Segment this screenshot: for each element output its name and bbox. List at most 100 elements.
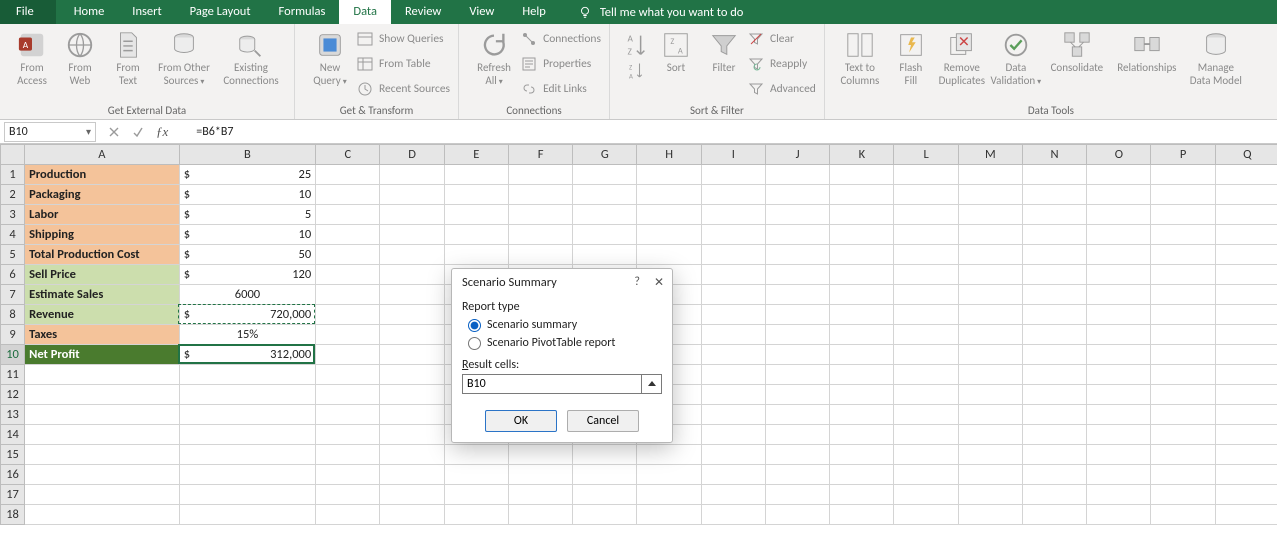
cell[interactable] (573, 465, 637, 485)
cell[interactable] (508, 225, 572, 245)
cell[interactable] (1215, 285, 1277, 305)
cell[interactable] (1215, 405, 1277, 425)
from-table-button[interactable]: From Table (357, 53, 450, 75)
help-icon[interactable]: ? (634, 275, 640, 290)
col-header[interactable]: Q (1215, 145, 1277, 165)
cell[interactable] (765, 365, 829, 385)
cell[interactable] (830, 205, 894, 225)
cell[interactable] (316, 405, 380, 425)
cell[interactable] (701, 465, 765, 485)
cell[interactable] (380, 225, 444, 245)
cell[interactable] (1215, 505, 1277, 525)
cell[interactable] (701, 425, 765, 445)
cell[interactable] (1151, 225, 1215, 245)
cell[interactable] (637, 185, 701, 205)
cell[interactable] (830, 325, 894, 345)
cell[interactable] (179, 505, 316, 525)
cancel-button[interactable]: Cancel (567, 410, 639, 432)
row-header[interactable]: 3 (1, 205, 25, 225)
cell[interactable] (701, 245, 765, 265)
properties-button[interactable]: Properties (521, 53, 601, 75)
remove-duplicates-button[interactable]: Remove Duplicates (935, 28, 989, 87)
cell[interactable] (701, 505, 765, 525)
cell[interactable] (701, 305, 765, 325)
cell[interactable] (1022, 505, 1086, 525)
cell[interactable] (765, 265, 829, 285)
cell[interactable] (1022, 425, 1086, 445)
cell[interactable]: $50 (179, 245, 316, 265)
relationships-button[interactable]: Relationships (1111, 28, 1183, 75)
cell[interactable] (958, 365, 1022, 385)
cell[interactable] (894, 305, 958, 325)
col-header[interactable]: E (444, 145, 508, 165)
cell[interactable] (1151, 305, 1215, 325)
cell[interactable] (1215, 225, 1277, 245)
cell[interactable] (1022, 265, 1086, 285)
cell[interactable]: Packaging (25, 185, 180, 205)
cell[interactable] (1087, 385, 1151, 405)
filter-button[interactable]: Filter (700, 28, 748, 75)
cell[interactable] (894, 225, 958, 245)
cell[interactable] (316, 245, 380, 265)
row-header[interactable]: 16 (1, 465, 25, 485)
cell[interactable] (573, 445, 637, 465)
cell[interactable] (765, 345, 829, 365)
cell[interactable] (1022, 185, 1086, 205)
radio-scenario-pivot[interactable]: Scenario PivotTable report (468, 336, 662, 350)
cell[interactable] (316, 345, 380, 365)
cell[interactable] (316, 485, 380, 505)
tab-home[interactable]: Home (60, 0, 119, 24)
cell[interactable] (179, 465, 316, 485)
cell[interactable]: Revenue (25, 305, 180, 325)
cell[interactable] (380, 245, 444, 265)
cell[interactable] (830, 405, 894, 425)
row-header[interactable]: 2 (1, 185, 25, 205)
cell[interactable] (1022, 345, 1086, 365)
close-icon[interactable]: ✕ (654, 275, 664, 290)
cell[interactable]: 15% (179, 325, 316, 345)
cell[interactable] (958, 325, 1022, 345)
cell[interactable] (444, 165, 508, 185)
connections-button[interactable]: Connections (521, 28, 601, 50)
cell[interactable] (894, 265, 958, 285)
col-header[interactable]: K (830, 145, 894, 165)
cell[interactable] (1151, 165, 1215, 185)
tab-help[interactable]: Help (508, 0, 559, 24)
cell[interactable] (380, 445, 444, 465)
cell[interactable] (1151, 505, 1215, 525)
cell[interactable] (1022, 325, 1086, 345)
cell[interactable] (380, 185, 444, 205)
tab-view[interactable]: View (455, 0, 508, 24)
cell[interactable] (1215, 265, 1277, 285)
cell[interactable] (444, 465, 508, 485)
row-header[interactable]: 18 (1, 505, 25, 525)
advanced-button[interactable]: Advanced (748, 78, 816, 100)
cell[interactable] (830, 445, 894, 465)
cell[interactable] (316, 305, 380, 325)
from-access-button[interactable]: A From Access (8, 28, 56, 87)
cell[interactable] (637, 485, 701, 505)
cell[interactable] (894, 185, 958, 205)
cell[interactable] (316, 325, 380, 345)
row-header[interactable]: 5 (1, 245, 25, 265)
row-header[interactable]: 8 (1, 305, 25, 325)
cell[interactable] (1215, 245, 1277, 265)
cell[interactable] (894, 285, 958, 305)
cell[interactable] (25, 505, 180, 525)
range-picker-button[interactable] (642, 374, 662, 394)
col-header[interactable]: G (573, 145, 637, 165)
cell[interactable] (573, 245, 637, 265)
cell[interactable] (1151, 285, 1215, 305)
cell[interactable] (1087, 345, 1151, 365)
row-header[interactable]: 1 (1, 165, 25, 185)
cell[interactable] (830, 485, 894, 505)
cell[interactable] (1022, 385, 1086, 405)
col-header[interactable]: F (508, 145, 572, 165)
col-header[interactable]: N (1022, 145, 1086, 165)
cell[interactable] (179, 405, 316, 425)
cell[interactable] (444, 245, 508, 265)
cell[interactable] (894, 325, 958, 345)
result-cells-input[interactable] (462, 374, 642, 394)
tab-formulas[interactable]: Formulas (265, 0, 340, 24)
cell[interactable] (316, 465, 380, 485)
